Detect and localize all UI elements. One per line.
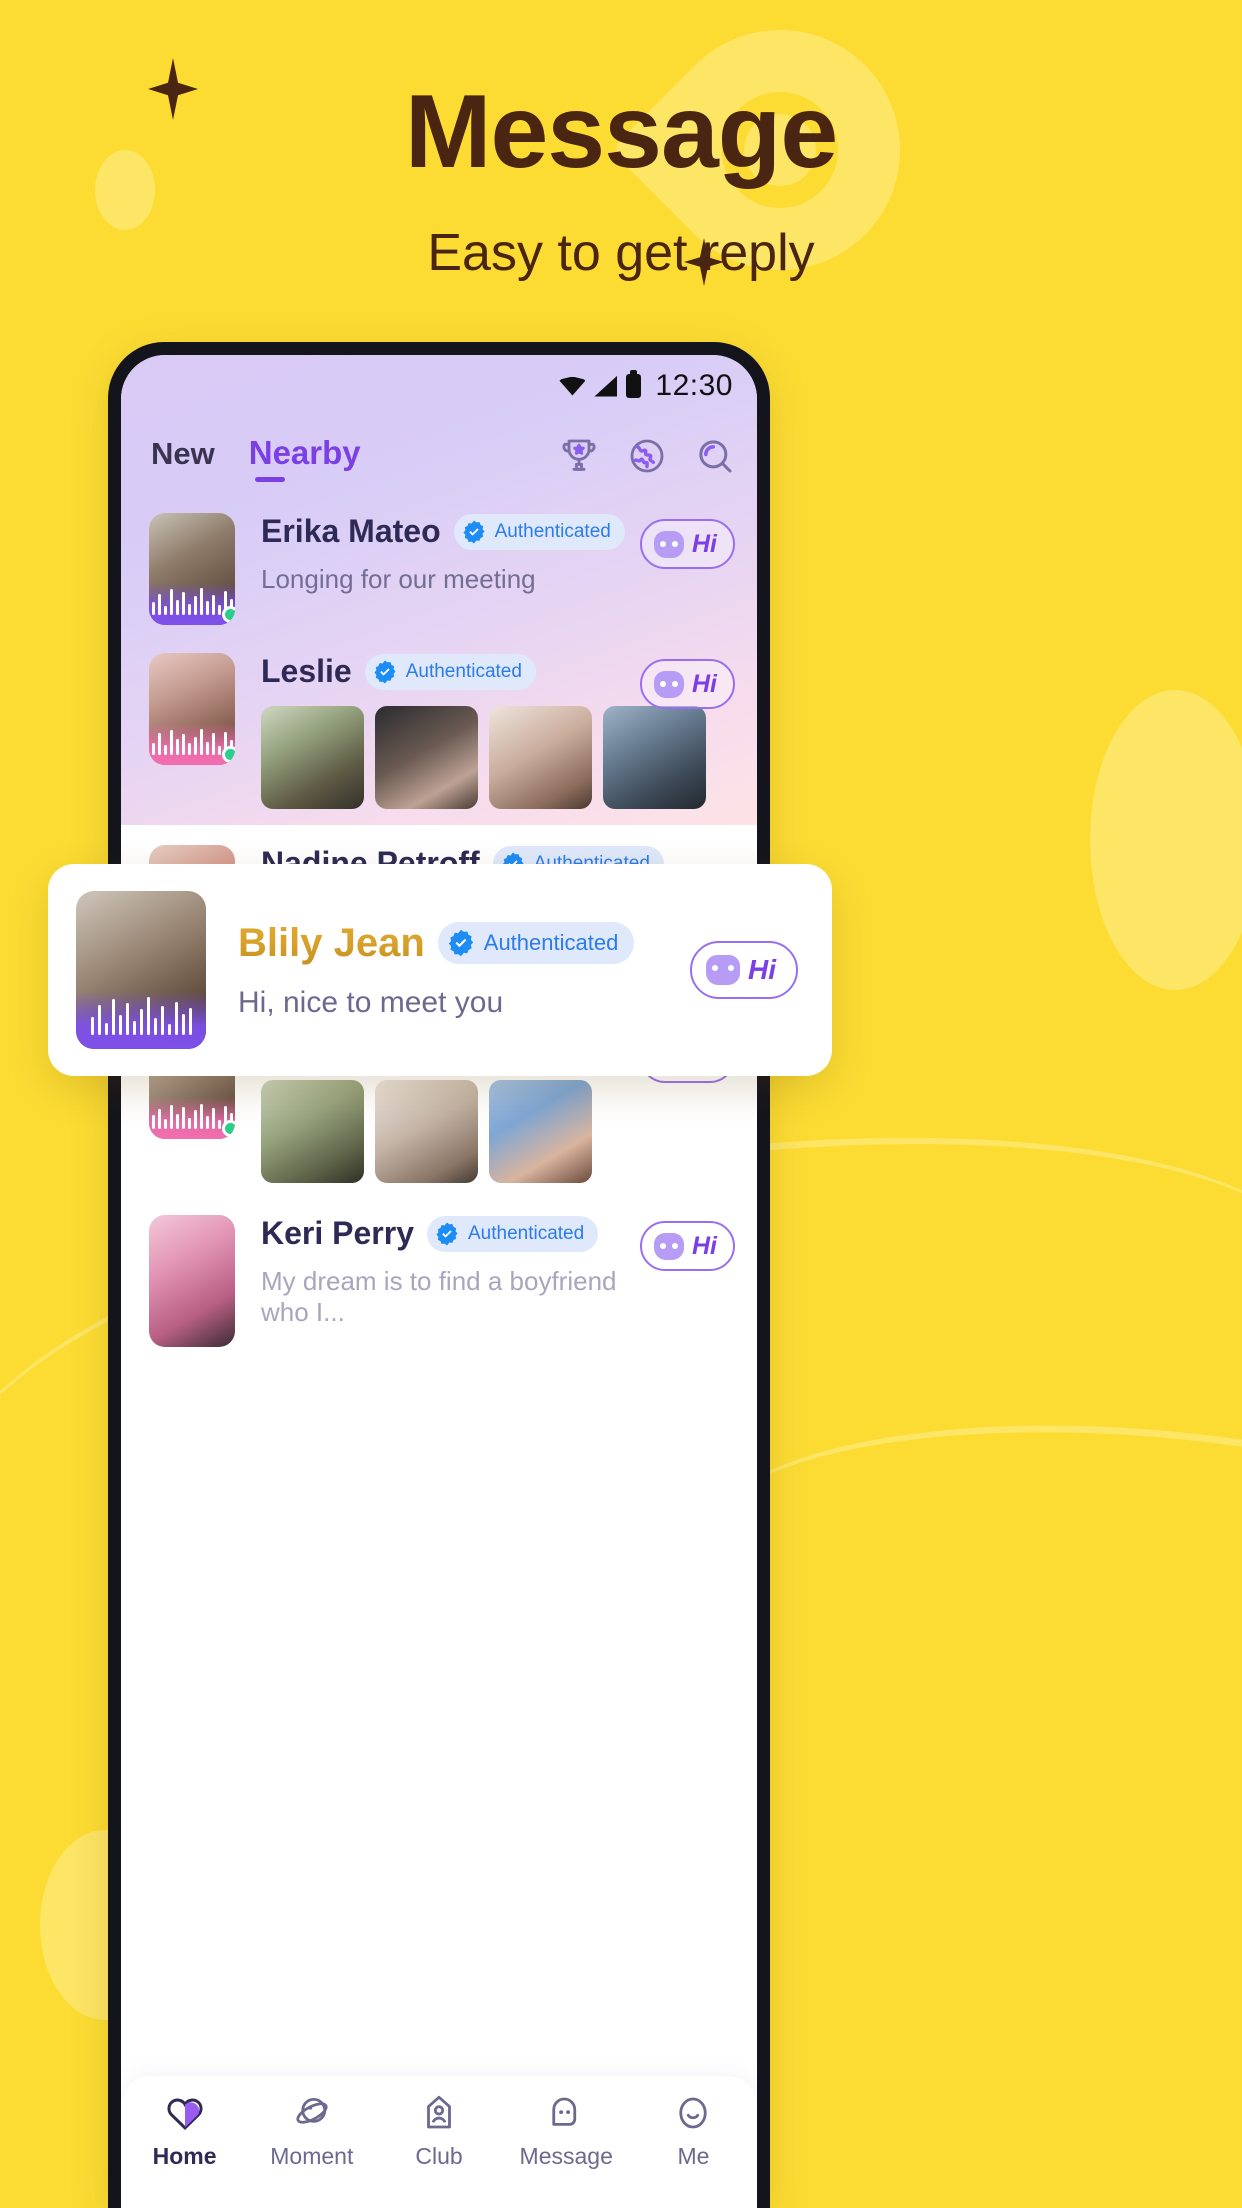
list-item-body: Leslie Authenticated (235, 653, 706, 809)
voice-waveform-icon (149, 1097, 235, 1139)
voice-waveform-icon (149, 583, 235, 625)
photo-thumbnail[interactable] (375, 706, 478, 809)
list-item[interactable]: Erika Mateo Authenticated Longing for ou… (121, 495, 757, 635)
chat-robot-icon (654, 530, 684, 558)
highlight-card-message: Hi, nice to meet you (238, 985, 504, 1019)
nav-label: Message (519, 2143, 613, 2169)
nav-label: Moment (270, 2143, 354, 2169)
highlight-card-body: Blily Jean Authenticated Hi, nice to mee… (206, 921, 690, 1020)
online-status-dot (222, 1120, 235, 1137)
phone-mockup: 12:30 New Nearby Erika Mateo Authenticat… (108, 342, 770, 2208)
hi-button-label: Hi (692, 669, 717, 698)
tab-nearby[interactable]: Nearby (249, 434, 361, 482)
list-item-body: Erika Mateo Authenticated Longing for ou… (235, 513, 640, 625)
avatar[interactable] (149, 653, 235, 765)
nav-item-me[interactable]: Me (630, 2092, 757, 2170)
status-bar: 12:30 (121, 355, 757, 417)
photo-strip (261, 1080, 640, 1183)
user-name: Erika Mateo (261, 513, 441, 549)
badge-label: Authenticated (483, 930, 619, 955)
name-line: Keri Perry Authenticated (261, 1215, 640, 1252)
user-name: Keri Perry (261, 1215, 414, 1251)
page-subtitle: Easy to get reply (427, 224, 815, 283)
status-badge: Authenticated (453, 513, 625, 550)
signal-icon (594, 375, 618, 397)
user-name: Blily Jean (238, 920, 425, 965)
hero-header: Message Easy to get reply (0, 74, 1242, 283)
list-item[interactable]: Leslie Authenticated Hi (121, 635, 757, 819)
photo-strip (261, 706, 706, 809)
photo-thumbnail[interactable] (375, 1080, 478, 1183)
planet-icon (296, 2097, 328, 2124)
hi-button[interactable]: Hi (640, 659, 735, 709)
status-badge: Authenticated (426, 1215, 599, 1252)
photo-thumbnail[interactable] (489, 706, 592, 809)
verified-check-icon (436, 1222, 458, 1245)
nav-item-club[interactable]: Club (375, 2092, 502, 2170)
heart-icon (167, 2098, 203, 2130)
voice-waveform-icon (76, 991, 206, 1049)
list-item-message: My dream is to find a boyfriend who I... (261, 1266, 617, 1327)
person-badge-icon (427, 2095, 451, 2129)
search-icon[interactable] (695, 436, 735, 476)
user-name: Leslie (261, 653, 352, 689)
verified-check-icon (463, 520, 485, 543)
photo-thumbnail[interactable] (489, 1080, 592, 1183)
avatar[interactable] (149, 513, 235, 625)
battery-icon (626, 370, 642, 398)
wifi-icon (559, 376, 586, 396)
name-line: Erika Mateo Authenticated (261, 513, 640, 550)
hi-button[interactable]: Hi (640, 1221, 735, 1271)
name-line: Leslie Authenticated (261, 653, 640, 690)
chat-bubble-icon (552, 2097, 577, 2126)
globe-icon[interactable] (627, 436, 667, 476)
hi-button-label: Hi (692, 1231, 717, 1260)
highlight-card[interactable]: Blily Jean Authenticated Hi, nice to mee… (48, 864, 832, 1076)
photo-thumbnail[interactable] (261, 1080, 364, 1183)
hi-button[interactable]: Hi (640, 519, 735, 569)
avatar[interactable] (149, 1215, 235, 1347)
verified-check-icon (448, 929, 473, 957)
avatar[interactable] (76, 891, 206, 1049)
nav-item-home[interactable]: Home (121, 2092, 248, 2170)
page-title: Message (404, 74, 838, 190)
voice-waveform-icon (149, 723, 235, 765)
tab-bar: New Nearby (151, 434, 361, 482)
name-line: Blily Jean Authenticated (238, 921, 690, 966)
online-status-dot (222, 606, 235, 623)
status-badge: Authenticated (364, 653, 536, 690)
hi-button-label: Hi (692, 529, 717, 558)
nav-label: Me (677, 2143, 710, 2169)
chat-robot-icon (654, 1232, 684, 1260)
list-item[interactable]: Keri Perry Authenticated My dream is to … (121, 1193, 757, 1357)
status-clock: 12:30 (655, 369, 733, 402)
online-status-dot (222, 746, 235, 763)
hi-button[interactable]: Hi (690, 941, 798, 999)
trophy-icon[interactable] (559, 436, 599, 476)
tab-new[interactable]: New (151, 436, 215, 478)
app-bar: New Nearby (121, 417, 757, 495)
photo-thumbnail[interactable] (261, 706, 364, 809)
app-bar-actions (559, 436, 735, 476)
verified-check-icon (374, 660, 396, 683)
nav-item-message[interactable]: Message (503, 2092, 630, 2170)
nav-item-moment[interactable]: Moment (248, 2092, 375, 2170)
status-badge: Authenticated (437, 922, 635, 964)
photo-thumbnail[interactable] (603, 706, 706, 809)
badge-label: Authenticated (467, 1222, 585, 1244)
hi-button-label: Hi (748, 954, 776, 985)
chat-robot-icon (654, 670, 684, 698)
smiley-icon (679, 2097, 708, 2129)
badge-label: Authenticated (405, 660, 522, 682)
list-item-message: Longing for our meeting (261, 564, 536, 594)
badge-label: Authenticated (494, 520, 611, 542)
list-item-body: Keri Perry Authenticated My dream is to … (235, 1215, 640, 1347)
bottom-navigation: Home Moment Club Message Me (121, 2076, 757, 2208)
nav-label: Home (152, 2143, 217, 2169)
phone-screen: 12:30 New Nearby Erika Mateo Authenticat… (121, 355, 757, 2208)
chat-robot-icon (706, 955, 740, 985)
nav-label: Club (415, 2143, 463, 2169)
